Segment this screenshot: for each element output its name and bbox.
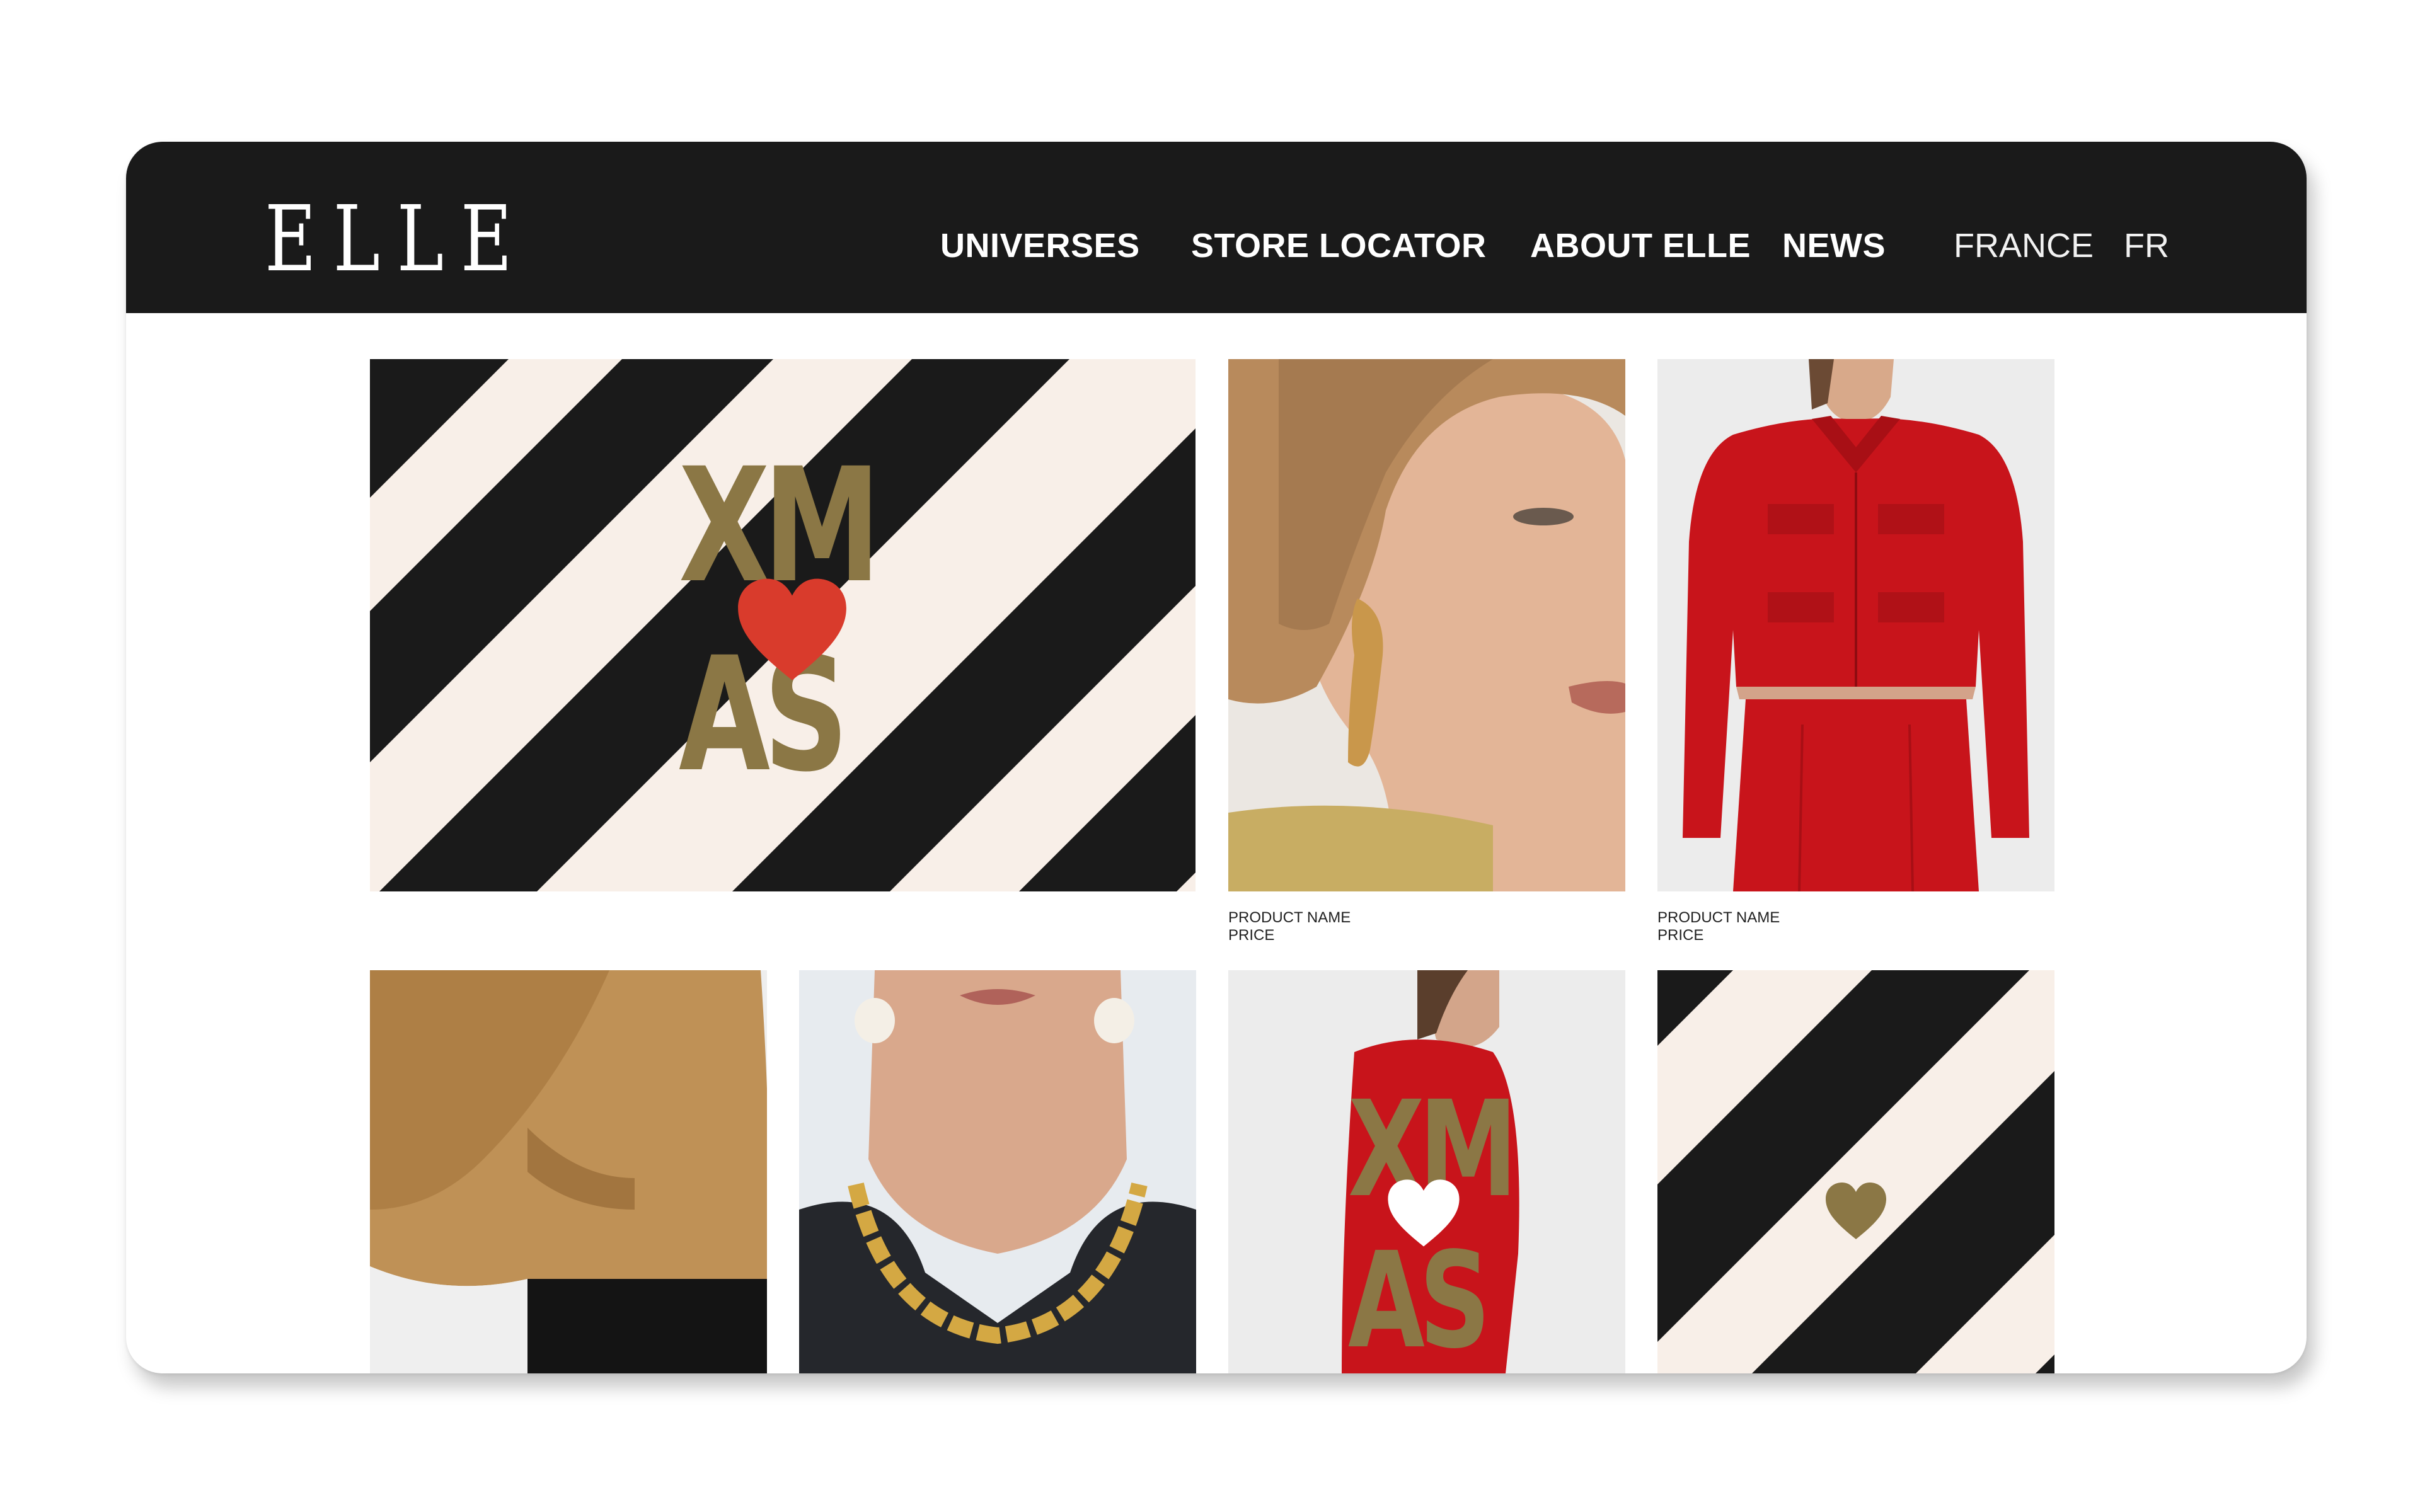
top-navigation-bar: ELLE UNIVERSES STORE LOCATOR ABOUT ELLE … [126, 142, 2307, 313]
product-1-price: PRICE [1228, 927, 1275, 944]
heart-icon [1826, 1183, 1886, 1239]
nav-about-elle[interactable]: ABOUT ELLE [1530, 229, 1751, 263]
nav-universes[interactable]: UNIVERSES [940, 229, 1140, 263]
browser-window: ELLE UNIVERSES STORE LOCATOR ABOUT ELLE … [126, 142, 2307, 1373]
heart-icon [1388, 1179, 1460, 1247]
product-2-price: PRICE [1657, 927, 1704, 944]
heart-icon [738, 578, 846, 680]
product-image-gold-chain-necklace[interactable] [799, 970, 1196, 1373]
nav-store-locator[interactable]: STORE LOCATOR [1191, 229, 1487, 263]
elle-logo[interactable]: ELLE [265, 193, 529, 284]
xmas-hero-banner[interactable]: XM AS [370, 359, 1196, 891]
language-selector[interactable]: FR [2124, 229, 2169, 263]
product-image-gold-sequin-jacket[interactable] [370, 970, 767, 1373]
product-image-earring-model[interactable] [1228, 359, 1625, 891]
xmas-promo-line2: AS [1348, 1223, 1490, 1373]
product-image-red-jacket[interactable] [1657, 359, 2054, 891]
product-1-name[interactable]: PRODUCT NAME [1228, 909, 1351, 927]
nav-news[interactable]: NEWS [1782, 229, 1886, 263]
country-selector[interactable]: FRANCE [1954, 229, 2094, 263]
xmas-promo-tile[interactable]: XM AS [1228, 970, 1625, 1373]
pattern-heart-tile[interactable] [1657, 970, 2054, 1373]
product-2-name[interactable]: PRODUCT NAME [1657, 909, 1780, 927]
